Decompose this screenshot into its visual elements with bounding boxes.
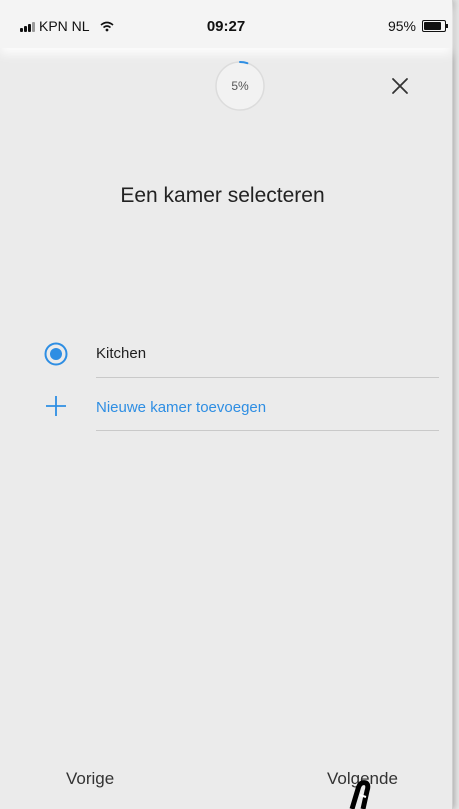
close-button[interactable] [386,72,414,100]
divider [96,430,439,431]
close-icon [392,78,408,94]
status-bar: KPN NL 09:27 95% [0,0,452,48]
divider [96,377,439,378]
room-label: Kitchen [96,345,147,362]
next-button[interactable]: Volgende [327,769,398,789]
previous-button[interactable]: Vorige [66,769,114,789]
progress-label: 5% [231,79,249,93]
status-time: 09:27 [206,18,246,35]
radio-selected-icon[interactable] [44,342,68,366]
plus-icon [46,396,66,416]
add-room-button[interactable]: Nieuwe kamer toevoegen [0,380,452,432]
room-option-kitchen[interactable]: Kitchen [0,328,452,380]
add-room-label: Nieuwe kamer toevoegen [96,399,267,416]
progress-indicator: 5% [214,60,266,112]
app-frame: KPN NL 09:27 95% 5% Een kamer selecteren [0,0,453,809]
battery-fill [424,22,441,30]
battery-icon [422,20,448,32]
battery-status: 95% [387,18,448,34]
battery-percent: 95% [387,18,416,34]
page-title: Een kamer selecteren [120,184,325,207]
